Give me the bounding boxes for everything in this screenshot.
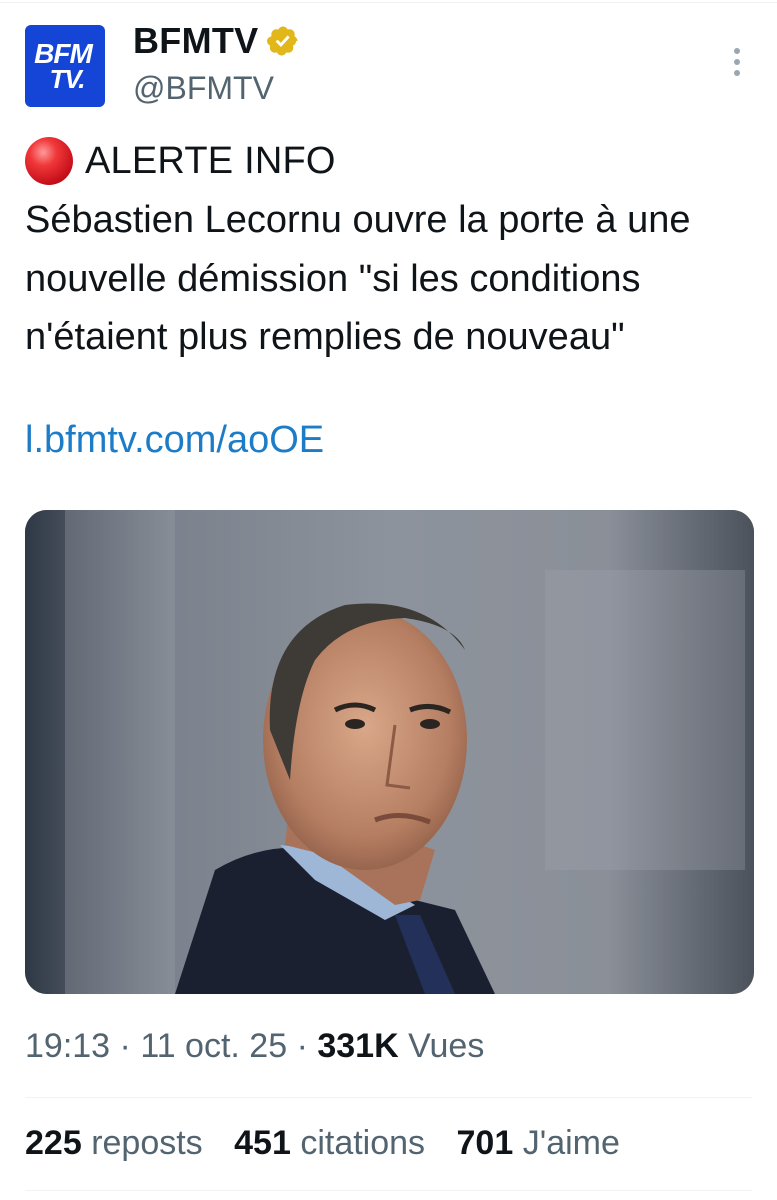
reposts-count: 225 [25,1124,82,1162]
red-circle-icon [25,137,73,185]
quotes-stat[interactable]: 451 citations [234,1124,425,1162]
meta-separator: · [287,1027,318,1065]
avatar-logo-line2: TV. [49,64,85,94]
tweet-text: Sébastien Lecornu ouvre la porte à une n… [25,199,691,358]
reposts-label: reposts [91,1124,203,1162]
likes-stat[interactable]: 701 J'aime [457,1124,620,1162]
more-options-icon[interactable] [725,48,749,76]
verified-badge-icon [267,26,299,56]
top-divider [0,2,777,3]
author-name[interactable]: BFMTV [133,20,258,62]
author-handle[interactable]: @BFMTV [133,70,274,107]
quotes-label: citations [300,1124,426,1162]
quotes-count: 451 [234,1124,291,1162]
tweet-date[interactable]: 11 oct. 25 [140,1027,287,1065]
author-name-row: BFMTV [133,20,300,62]
tweet-link[interactable]: l.bfmtv.com/aoOE [25,419,324,462]
views-label: Vues [408,1027,485,1065]
alert-label: ALERTE INFO [85,139,336,182]
photo-illustration [25,510,754,994]
bfmtv-avatar[interactable]: BFM TV. [25,25,105,107]
likes-label: J'aime [522,1124,620,1162]
reposts-stat[interactable]: 225 reposts [25,1124,203,1162]
more-dot [734,48,740,54]
more-dot [734,59,740,65]
alert-row: ALERTE INFO [25,137,336,185]
engagement-stats: 225 reposts 451 citations 701 J'aime [25,1124,642,1163]
tweet-meta: 19:13 · 11 oct. 25 · 331K Vues [25,1027,484,1066]
divider [25,1190,752,1191]
meta-separator: · [110,1027,141,1065]
divider [25,1097,752,1098]
more-dot [734,70,740,76]
tweet-photo[interactable] [25,510,754,994]
views-count: 331K [317,1027,399,1065]
likes-count: 701 [456,1124,514,1162]
tweet-time[interactable]: 19:13 [25,1027,110,1065]
